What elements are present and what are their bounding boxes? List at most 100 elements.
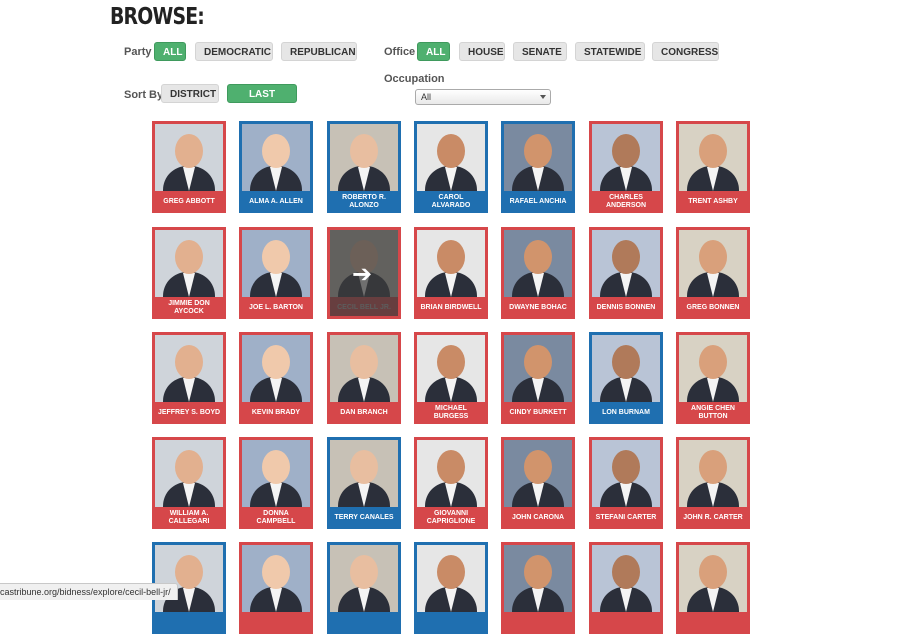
person-card[interactable] <box>327 542 401 634</box>
person-card[interactable]: DONNA CAMPBELL <box>239 437 313 529</box>
person-photo <box>417 124 485 191</box>
person-photo <box>679 124 747 191</box>
portrait-head <box>262 450 290 484</box>
person-card[interactable]: STEFANI CARTER <box>589 437 663 529</box>
person-card[interactable]: LON BURNAM <box>589 332 663 424</box>
sort-by-label: Sort By <box>124 89 164 101</box>
person-card[interactable]: GIOVANNI CAPRIGLIONE <box>414 437 488 529</box>
person-card[interactable]: DAN BRANCH <box>327 332 401 424</box>
portrait-head <box>262 555 290 589</box>
portrait-head <box>262 240 290 274</box>
person-name: GIOVANNI CAPRIGLIONE <box>426 510 476 525</box>
portrait-head <box>699 134 727 168</box>
portrait-head <box>612 134 640 168</box>
person-card[interactable]: JEFFREY S. BOYD <box>152 332 226 424</box>
status-bar: castribune.org/bidness/explore/cecil-bel… <box>0 583 178 600</box>
portrait-head <box>612 240 640 274</box>
person-card[interactable]: DENNIS BONNEN <box>589 227 663 319</box>
person-name: LON BURNAM <box>602 409 650 416</box>
person-card[interactable] <box>414 542 488 634</box>
person-card[interactable]: GREG BONNEN <box>676 227 750 319</box>
office-all-button[interactable]: ALL <box>417 42 450 61</box>
person-card[interactable] <box>239 542 313 634</box>
person-photo <box>242 440 310 507</box>
person-card[interactable]: BRIAN BIRDWELL <box>414 227 488 319</box>
person-photo <box>417 440 485 507</box>
person-name <box>592 612 660 631</box>
portrait-head <box>524 555 552 589</box>
person-name: MICHAEL BURGESS <box>433 405 469 420</box>
person-photo <box>592 230 660 297</box>
portrait-head <box>612 555 640 589</box>
person-name: ANGIE CHEN BUTTON <box>691 405 735 420</box>
sort-district-button[interactable]: DISTRICT <box>161 84 219 103</box>
person-name <box>242 612 310 631</box>
portrait-head <box>524 134 552 168</box>
person-name: JOE L. BARTON <box>249 304 303 311</box>
person-card[interactable]: DWAYNE BOHAC <box>501 227 575 319</box>
person-card[interactable]: JOHN CARONA <box>501 437 575 529</box>
portrait-head <box>350 345 378 379</box>
person-card[interactable] <box>589 542 663 634</box>
person-card[interactable] <box>676 542 750 634</box>
office-house-button[interactable]: HOUSE <box>459 42 505 61</box>
portrait-head <box>175 240 203 274</box>
person-card[interactable]: TRENT ASHBY <box>676 121 750 213</box>
person-card[interactable]: JOE L. BARTON <box>239 227 313 319</box>
person-photo <box>504 440 572 507</box>
occupation-select[interactable]: All <box>415 89 551 105</box>
office-senate-button[interactable]: SENATE <box>513 42 567 61</box>
office-congress-button[interactable]: CONGRESS <box>652 42 719 61</box>
person-photo <box>155 440 223 507</box>
person-photo <box>592 124 660 191</box>
person-card[interactable]: ANGIE CHEN BUTTON <box>676 332 750 424</box>
party-democratic-button[interactable]: DEMOCRATIC <box>195 42 273 61</box>
person-card[interactable]: JIMMIE DON AYCOCK <box>152 227 226 319</box>
person-card[interactable]: GREG ABBOTT <box>152 121 226 213</box>
person-card[interactable]: MICHAEL BURGESS <box>414 332 488 424</box>
person-photo <box>592 335 660 402</box>
arrow-right-icon: ➔ <box>352 261 373 288</box>
sort-last-name-button[interactable]: LAST NAME <box>227 84 297 119</box>
party-republican-button[interactable]: REPUBLICAN <box>281 42 357 61</box>
person-card[interactable]: ALMA A. ALLEN <box>239 121 313 213</box>
person-card[interactable] <box>501 542 575 634</box>
portrait-head <box>437 345 465 379</box>
person-name: BRIAN BIRDWELL <box>420 304 482 311</box>
person-photo <box>330 440 398 507</box>
person-photo <box>242 335 310 402</box>
portrait-head <box>350 555 378 589</box>
person-name: JIMMIE DON AYCOCK <box>168 300 210 315</box>
person-name <box>330 612 398 631</box>
party-all-button[interactable]: ALL <box>154 42 186 61</box>
person-card[interactable]: RAFAEL ANCHIA <box>501 121 575 213</box>
person-photo <box>242 124 310 191</box>
person-name: TRENT ASHBY <box>688 198 738 205</box>
person-card[interactable]: JOHN R. CARTER <box>676 437 750 529</box>
person-card[interactable]: CAROL ALVARADO <box>414 121 488 213</box>
portrait-head <box>350 450 378 484</box>
portrait-head <box>699 450 727 484</box>
person-card[interactable]: CECIL BELL JR.➔ <box>327 227 401 319</box>
portrait-head <box>699 555 727 589</box>
person-name: CINDY BURKETT <box>509 409 567 416</box>
person-name: ALMA A. ALLEN <box>249 198 303 205</box>
person-name: JEFFREY S. BOYD <box>157 409 221 416</box>
person-card[interactable]: TERRY CANALES <box>327 437 401 529</box>
person-name: DONNA CAMPBELL <box>256 510 296 525</box>
portrait-head <box>524 450 552 484</box>
occupation-label: Occupation <box>384 73 445 85</box>
person-card[interactable]: CINDY BURKETT <box>501 332 575 424</box>
person-card[interactable]: CHARLES ANDERSON <box>589 121 663 213</box>
person-card[interactable]: WILLIAM A. CALLEGARI <box>152 437 226 529</box>
person-name: DENNIS BONNEN <box>596 304 656 311</box>
portrait-head <box>175 450 203 484</box>
office-statewide-button[interactable]: STATEWIDE <box>575 42 645 61</box>
portrait-head <box>262 345 290 379</box>
portrait-head <box>175 555 203 589</box>
person-photo <box>242 230 310 297</box>
person-card[interactable]: ROBERTO R. ALONZO <box>327 121 401 213</box>
person-photo <box>417 335 485 402</box>
person-photo <box>417 230 485 297</box>
person-card[interactable]: KEVIN BRADY <box>239 332 313 424</box>
